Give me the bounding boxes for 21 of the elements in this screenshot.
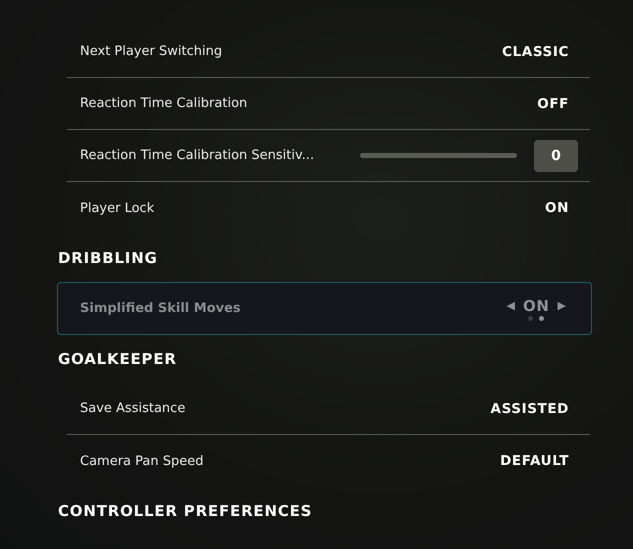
focused-row-background[interactable]: Simplified Skill Moves ◀ ON ▶ xyxy=(57,282,592,335)
setting-label: Reaction Time Calibration xyxy=(80,96,248,111)
setting-label: Save Assistance xyxy=(80,401,186,416)
setting-label: Camera Pan Speed xyxy=(80,454,204,468)
setting-value[interactable]: CLASSIC xyxy=(502,44,569,60)
setting-label: Simplified Skill Moves xyxy=(80,301,242,316)
section-heading: DRIBBLING xyxy=(58,249,158,267)
value-badge: 0 xyxy=(534,140,578,172)
setting-value: ON xyxy=(523,296,550,314)
setting-value[interactable]: DEFAULT xyxy=(500,453,569,469)
setting-value[interactable]: ASSISTED xyxy=(490,400,569,416)
left-arrow[interactable]: ◀ xyxy=(506,299,516,312)
setting-label: Next Player Switching xyxy=(80,44,224,59)
section-heading: GOALKEEPER xyxy=(58,350,177,368)
setting-label: Reaction Time Calibration Sensitiv... xyxy=(80,148,316,163)
section-heading: CONTROLLER PREFERENCES xyxy=(58,502,312,520)
setting-value[interactable]: OFF xyxy=(537,96,569,112)
slider-track[interactable] xyxy=(360,153,517,158)
setting-label: Player Lock xyxy=(80,200,156,216)
right-arrow[interactable]: ▶ xyxy=(558,299,566,312)
setting-value[interactable]: ON xyxy=(545,200,569,216)
